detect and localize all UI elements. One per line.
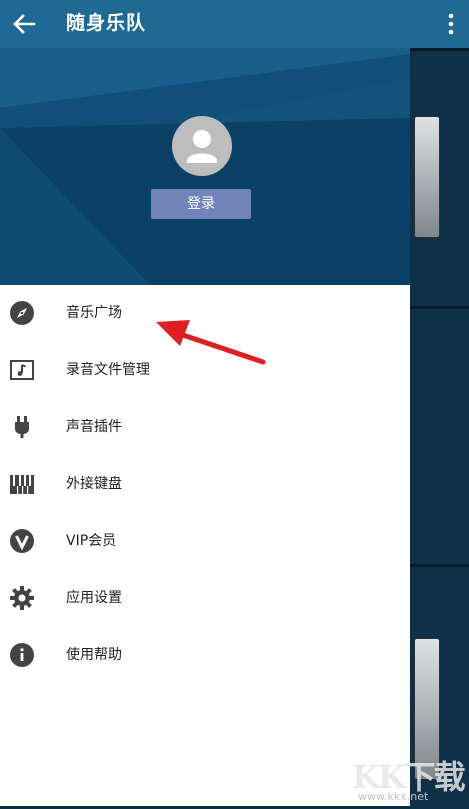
menu-item-label: 使用帮助 [66, 647, 122, 663]
app-bar: 随身乐队 [0, 0, 469, 48]
compass-icon [10, 301, 34, 325]
menu-item-external-keyboard[interactable]: 外接键盘 [0, 456, 410, 513]
drawer-header: 登录 [0, 48, 410, 285]
background-instrument [410, 48, 469, 809]
gear-icon [10, 586, 34, 610]
arrow-back-icon[interactable] [8, 8, 40, 40]
menu-item-label: 音乐广场 [66, 305, 122, 321]
menu-item-label: 录音文件管理 [66, 362, 150, 378]
navigation-drawer: 登录 音乐广场 录音文件管理 声音插件 外接键盘 VIP会员 应用设置 使用帮助 [0, 48, 410, 806]
menu-item-label: 应用设置 [66, 590, 122, 606]
music-file-icon [10, 360, 34, 380]
piano-keyboard-icon [10, 475, 34, 494]
menu-item-app-settings[interactable]: 应用设置 [0, 570, 410, 627]
info-icon [10, 643, 34, 667]
vip-icon [10, 529, 34, 553]
menu-item-label: 声音插件 [66, 419, 122, 435]
menu-item-sound-plugins[interactable]: 声音插件 [0, 399, 410, 456]
watermark-url: www.kkx.net [358, 790, 429, 803]
instrument-key [414, 116, 440, 238]
menu-item-vip[interactable]: VIP会员 [0, 513, 410, 570]
more-vert-icon[interactable] [439, 8, 463, 40]
red-arrow-annotation [156, 320, 266, 365]
app-title: 随身乐队 [66, 12, 147, 34]
menu-item-label: 外接键盘 [66, 476, 122, 492]
plugin-icon [15, 416, 29, 438]
menu-item-label: VIP会员 [66, 533, 117, 549]
instrument-panel [410, 306, 469, 567]
avatar[interactable] [172, 116, 232, 176]
login-button[interactable]: 登录 [151, 189, 251, 219]
menu-item-help[interactable]: 使用帮助 [0, 627, 410, 684]
person-icon [187, 130, 217, 163]
